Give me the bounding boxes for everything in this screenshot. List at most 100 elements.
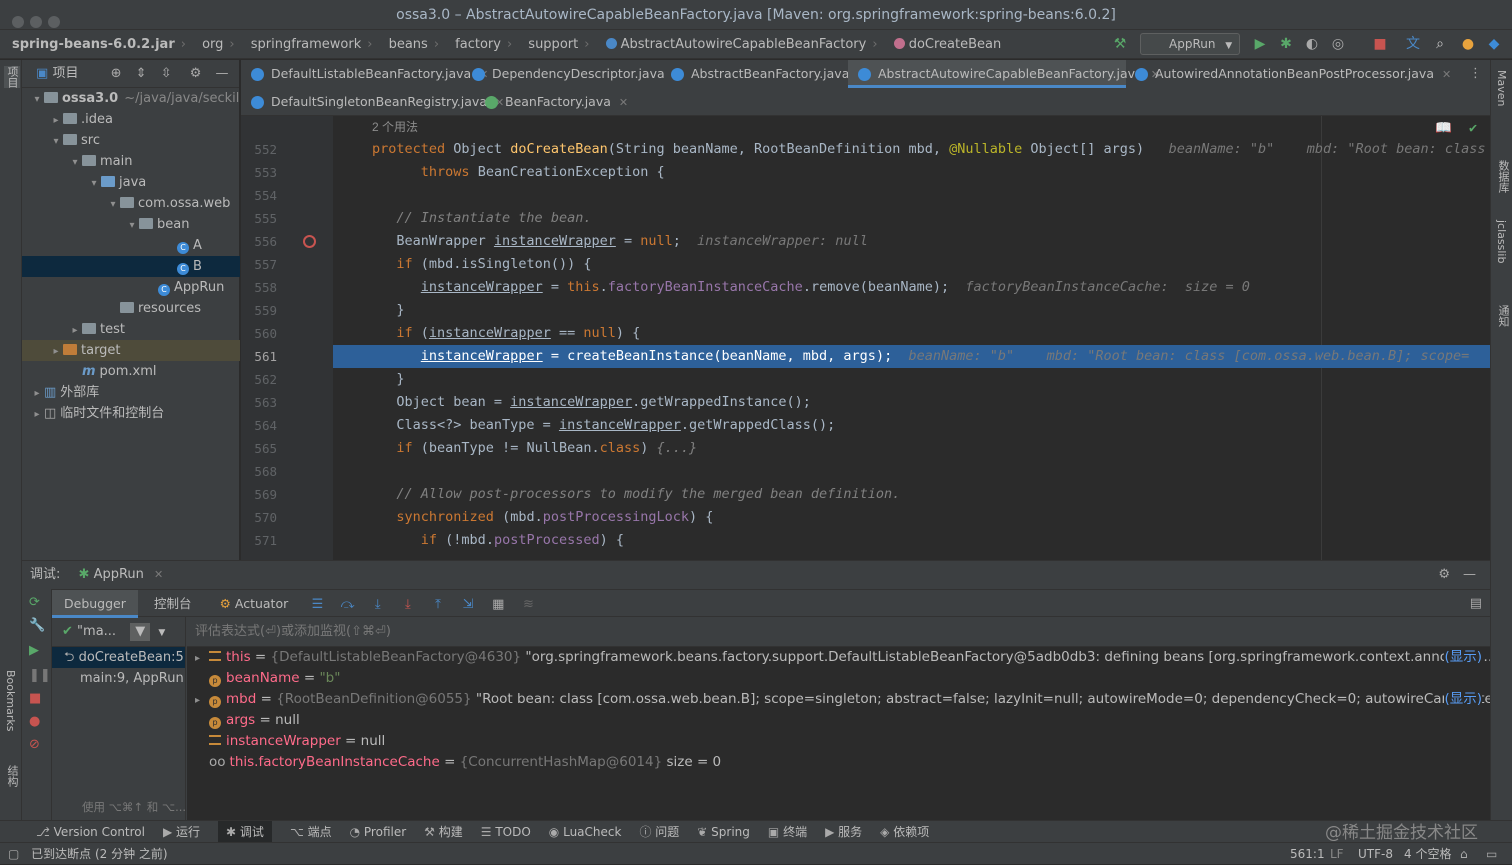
line-number[interactable]: 570 bbox=[241, 506, 277, 529]
tree-item-target[interactable]: ▸ target bbox=[22, 340, 240, 361]
expand-arrow-icon[interactable]: ▾ bbox=[106, 194, 120, 214]
breadcrumb-springframework[interactable]: springframework bbox=[251, 30, 361, 59]
tool-window-6[interactable]: ☰ TODO bbox=[481, 821, 531, 843]
breadcrumb-beans[interactable]: beans bbox=[389, 30, 428, 59]
code-line[interactable]: 553 throws BeanCreationException { bbox=[241, 161, 1490, 184]
breadcrumb-jar[interactable]: spring-beans-6.0.2.jar bbox=[12, 30, 175, 59]
tool-window-5[interactable]: ⚒ 构建 bbox=[424, 821, 463, 843]
code-line[interactable]: 568 bbox=[241, 460, 1490, 483]
breadcrumb-support[interactable]: support bbox=[528, 30, 578, 59]
jclasslib-tool-button[interactable]: jclasslib bbox=[1495, 220, 1508, 263]
indent-setting[interactable]: 4 个空格 bbox=[1404, 843, 1451, 865]
code-line[interactable]: 560 if (instanceWrapper == null) { bbox=[241, 322, 1490, 345]
tab-abstractbeanfactory[interactable]: AbstractBeanFactory.java✕ bbox=[661, 60, 867, 88]
tab-dependencydescriptor[interactable]: DependencyDescriptor.java✕ bbox=[462, 60, 682, 88]
line-number[interactable]: 553 bbox=[241, 161, 277, 184]
line-number[interactable]: 557 bbox=[241, 253, 277, 276]
resume-icon[interactable]: ▶ bbox=[29, 643, 44, 658]
line-number[interactable]: 559 bbox=[241, 299, 277, 322]
project-panel-title[interactable]: 项目 bbox=[52, 66, 78, 81]
gear-icon[interactable]: ⚙ bbox=[1438, 561, 1450, 589]
hide-panel-icon[interactable]: — bbox=[216, 66, 229, 81]
update-icon[interactable]: ● bbox=[1460, 36, 1476, 52]
reader-mode-icon[interactable]: 📖 bbox=[1435, 120, 1452, 136]
tool-window-7[interactable]: ◉ LuaCheck bbox=[549, 821, 622, 843]
step-out-icon[interactable]: ⤒ bbox=[430, 591, 446, 619]
caret-position[interactable]: 561:1 bbox=[1290, 843, 1325, 865]
tree-item-java[interactable]: ▾ java bbox=[22, 172, 240, 193]
step-into-icon[interactable]: ⤓ bbox=[370, 591, 386, 619]
expand-arrow-icon[interactable]: ▾ bbox=[30, 89, 44, 109]
line-number[interactable]: 565 bbox=[241, 437, 277, 460]
tool-window-2[interactable]: ✱ 调试 bbox=[218, 821, 272, 843]
line-number[interactable]: 558 bbox=[241, 276, 277, 299]
tool-window-12[interactable]: ◈ 依赖项 bbox=[880, 821, 929, 843]
tree-item--idea[interactable]: ▸ .idea bbox=[22, 109, 240, 130]
expand-arrow-icon[interactable]: ▸ bbox=[195, 648, 209, 668]
tree-item-a[interactable]: CA bbox=[22, 235, 240, 256]
file-encoding[interactable]: UTF-8 bbox=[1358, 843, 1393, 865]
tab-defaultlistablebeanfactory[interactable]: DefaultListableBeanFactory.java✕ bbox=[241, 60, 488, 88]
evaluate-icon[interactable]: ▦ bbox=[490, 591, 506, 619]
evaluate-expression-input[interactable]: 评估表达式(⏎)或添加监视(⇧⌘⏎) bbox=[187, 617, 1490, 647]
expand-arrow-icon[interactable]: ▸ bbox=[68, 320, 82, 340]
hide-panel-icon[interactable]: — bbox=[1463, 561, 1476, 589]
variable-row[interactable]: instanceWrapper = null bbox=[187, 731, 1490, 752]
tree-item-b[interactable]: CB bbox=[22, 256, 240, 277]
tree-item-resources[interactable]: resources bbox=[22, 298, 240, 319]
git-icon[interactable]: ⌂ bbox=[1460, 843, 1468, 865]
wrench-icon[interactable]: 🔧 bbox=[29, 618, 45, 633]
code-line[interactable]: 563 Object bean = instanceWrapper.getWra… bbox=[241, 391, 1490, 414]
run-icon[interactable]: ▶ bbox=[1252, 36, 1268, 52]
line-number[interactable]: 562 bbox=[241, 368, 277, 391]
thread-selector[interactable]: ✔ "ma... ▼ ▼ bbox=[52, 617, 185, 647]
expand-arrow-icon[interactable]: ▸ bbox=[30, 404, 44, 424]
expand-arrow-icon[interactable]: ▸ bbox=[30, 383, 44, 403]
tree-item-apprun[interactable]: C AppRun bbox=[22, 277, 240, 298]
database-tool-button[interactable]: 数据库 bbox=[1495, 160, 1511, 193]
expand-arrow-icon[interactable]: ▾ bbox=[49, 131, 63, 151]
variable-row[interactable]: p args = null bbox=[187, 710, 1490, 731]
line-number[interactable]: 571 bbox=[241, 529, 277, 552]
pause-icon[interactable]: ❚❚ bbox=[29, 668, 51, 683]
code-line[interactable]: 559 } bbox=[241, 299, 1490, 322]
line-number[interactable]: 552 bbox=[241, 138, 277, 161]
show-more-link[interactable]: (显示) bbox=[1444, 647, 1482, 668]
debug-bug-icon[interactable]: ✱ bbox=[1278, 36, 1294, 52]
stop-icon[interactable]: ■ bbox=[1372, 36, 1388, 52]
code-line[interactable]: 565 if (beanType != NullBean.class) {...… bbox=[241, 437, 1490, 460]
tool-window-0[interactable]: ⎇ Version Control bbox=[36, 821, 145, 843]
tree-item--[interactable]: ▸ ▥ 外部库 bbox=[22, 382, 240, 403]
tree-item-com-ossa-web[interactable]: ▾ com.ossa.web bbox=[22, 193, 240, 214]
tool-window-11[interactable]: ▶ 服务 bbox=[825, 821, 862, 843]
expand-arrow-icon[interactable]: ▸ bbox=[49, 341, 63, 361]
tree-item-ossa3-0[interactable]: ▾ ossa3.0 ~/java/java/seckil bbox=[22, 88, 240, 109]
code-line[interactable]: 558 instanceWrapper = this.factoryBeanIn… bbox=[241, 276, 1490, 299]
project-tool-button[interactable]: 项目 bbox=[4, 66, 20, 88]
structure-tool-button[interactable]: 结构 bbox=[4, 765, 20, 787]
step-over-icon[interactable]: ⤼ bbox=[340, 591, 356, 619]
variable-row[interactable]: p beanName = "b" bbox=[187, 668, 1490, 689]
line-number[interactable]: 554 bbox=[241, 184, 277, 207]
profile-icon[interactable]: ◎ bbox=[1330, 36, 1346, 52]
line-number[interactable]: 560 bbox=[241, 322, 277, 345]
expand-arrow-icon[interactable]: ▸ bbox=[195, 690, 209, 710]
breadcrumb-class[interactable]: AbstractAutowireCapableBeanFactory bbox=[605, 30, 866, 59]
trace-icon[interactable]: ≋ bbox=[520, 591, 536, 619]
tool-window-9[interactable]: ❦ Spring bbox=[697, 821, 750, 843]
locate-icon[interactable]: ⊕ bbox=[111, 66, 122, 81]
search-icon[interactable]: ⌕ bbox=[1432, 36, 1448, 52]
inspection-ok-icon[interactable]: ✔ bbox=[1469, 120, 1477, 136]
code-line[interactable]: 562 } bbox=[241, 368, 1490, 391]
rerun-icon[interactable]: ⟳ bbox=[29, 595, 44, 610]
code-line[interactable]: 561 instanceWrapper = createBeanInstance… bbox=[254, 345, 1490, 368]
run-to-cursor-icon[interactable]: ⇲ bbox=[460, 591, 476, 619]
code-line[interactable]: 564 Class<?> beanType = instanceWrapper.… bbox=[241, 414, 1490, 437]
stop-icon[interactable]: ■ bbox=[29, 691, 44, 706]
show-execution-point-icon[interactable]: ☰ bbox=[309, 591, 325, 619]
code-line[interactable]: 570 synchronized (mbd.postProcessingLock… bbox=[241, 506, 1490, 529]
expand-all-icon[interactable]: ⇕ bbox=[136, 66, 147, 81]
tree-item-main[interactable]: ▾ main bbox=[22, 151, 240, 172]
expand-arrow-icon[interactable]: ▾ bbox=[125, 215, 139, 235]
show-more-link[interactable]: (显示) bbox=[1444, 689, 1482, 710]
